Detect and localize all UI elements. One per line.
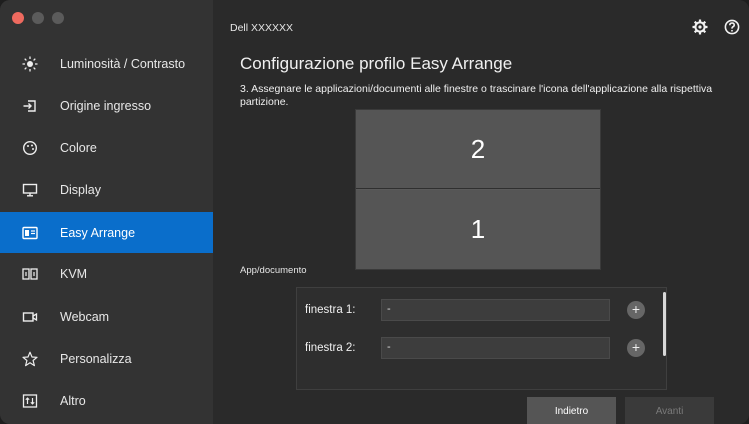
minimize-window-button[interactable] bbox=[32, 12, 44, 24]
window-2-label: finestra 2: bbox=[305, 342, 356, 354]
sidebar-item-label: Origine ingresso bbox=[60, 98, 152, 113]
list-scrollbar[interactable] bbox=[663, 292, 666, 356]
layout-preview: 2 1 bbox=[355, 109, 601, 270]
monitor-name: Dell XXXXXX bbox=[230, 22, 294, 34]
window-2-field[interactable]: - bbox=[381, 337, 610, 359]
sidebar-item-input-source[interactable]: Origine ingresso bbox=[0, 85, 213, 126]
sidebar-item-display[interactable]: Display bbox=[0, 169, 213, 210]
back-button[interactable]: Indietro bbox=[527, 397, 616, 424]
window-assignment-list: finestra 1: - + finestra 2: - + bbox=[296, 287, 667, 390]
webcam-icon bbox=[0, 309, 60, 325]
window-controls bbox=[12, 12, 64, 24]
next-button[interactable]: Avanti bbox=[625, 397, 714, 424]
input-source-icon bbox=[0, 98, 60, 114]
sidebar-item-easy-arrange[interactable]: Easy Arrange bbox=[0, 212, 213, 253]
sidebar-item-label: Altro bbox=[60, 393, 86, 408]
sidebar-item-label: KVM bbox=[60, 266, 88, 281]
color-icon bbox=[0, 140, 60, 156]
help-icon[interactable] bbox=[723, 18, 741, 36]
sidebar-item-label: Display bbox=[60, 182, 101, 197]
partition-1[interactable]: 1 bbox=[356, 190, 600, 269]
sidebar-item-color[interactable]: Colore bbox=[0, 127, 213, 168]
star-icon bbox=[0, 351, 60, 367]
partition-2[interactable]: 2 bbox=[356, 110, 600, 189]
window-1-label: finestra 1: bbox=[305, 304, 356, 316]
sidebar-item-label: Webcam bbox=[60, 309, 110, 324]
sidebar-item-kvm[interactable]: KVM bbox=[0, 253, 213, 294]
settings-gear-icon[interactable] bbox=[691, 18, 709, 36]
easy-arrange-icon bbox=[0, 225, 60, 241]
window-1-field[interactable]: - bbox=[381, 299, 610, 321]
sidebar-item-webcam[interactable]: Webcam bbox=[0, 296, 213, 337]
maximize-window-button[interactable] bbox=[52, 12, 64, 24]
sidebar-item-label: Easy Arrange bbox=[60, 225, 136, 240]
close-window-button[interactable] bbox=[12, 12, 24, 24]
brightness-icon bbox=[0, 56, 60, 72]
main-panel: Dell XXXXXX Configurazione profilo Easy … bbox=[213, 0, 749, 424]
app-window: Luminosità / Contrasto Origine ingresso … bbox=[0, 0, 749, 424]
kvm-icon bbox=[0, 266, 60, 282]
window-row-2: finestra 2: - + bbox=[297, 336, 652, 360]
sidebar: Luminosità / Contrasto Origine ingresso … bbox=[0, 0, 213, 424]
sidebar-item-personalize[interactable]: Personalizza bbox=[0, 338, 213, 379]
app-document-label: App/documento bbox=[240, 265, 307, 276]
display-icon bbox=[0, 182, 60, 198]
sidebar-item-label: Luminosità / Contrasto bbox=[60, 56, 186, 71]
sidebar-item-other[interactable]: Altro bbox=[0, 380, 213, 421]
add-app-window-2-button[interactable]: + bbox=[627, 339, 645, 357]
add-app-window-1-button[interactable]: + bbox=[627, 301, 645, 319]
other-icon bbox=[0, 393, 60, 409]
sidebar-item-label: Colore bbox=[60, 140, 97, 155]
instructions-text: 3. Assegnare le applicazioni/documenti a… bbox=[240, 83, 713, 108]
sidebar-item-brightness[interactable]: Luminosità / Contrasto bbox=[0, 43, 213, 84]
sidebar-item-label: Personalizza bbox=[60, 351, 132, 366]
window-row-1: finestra 1: - + bbox=[297, 298, 652, 322]
page-title: Configurazione profilo Easy Arrange bbox=[240, 54, 513, 73]
